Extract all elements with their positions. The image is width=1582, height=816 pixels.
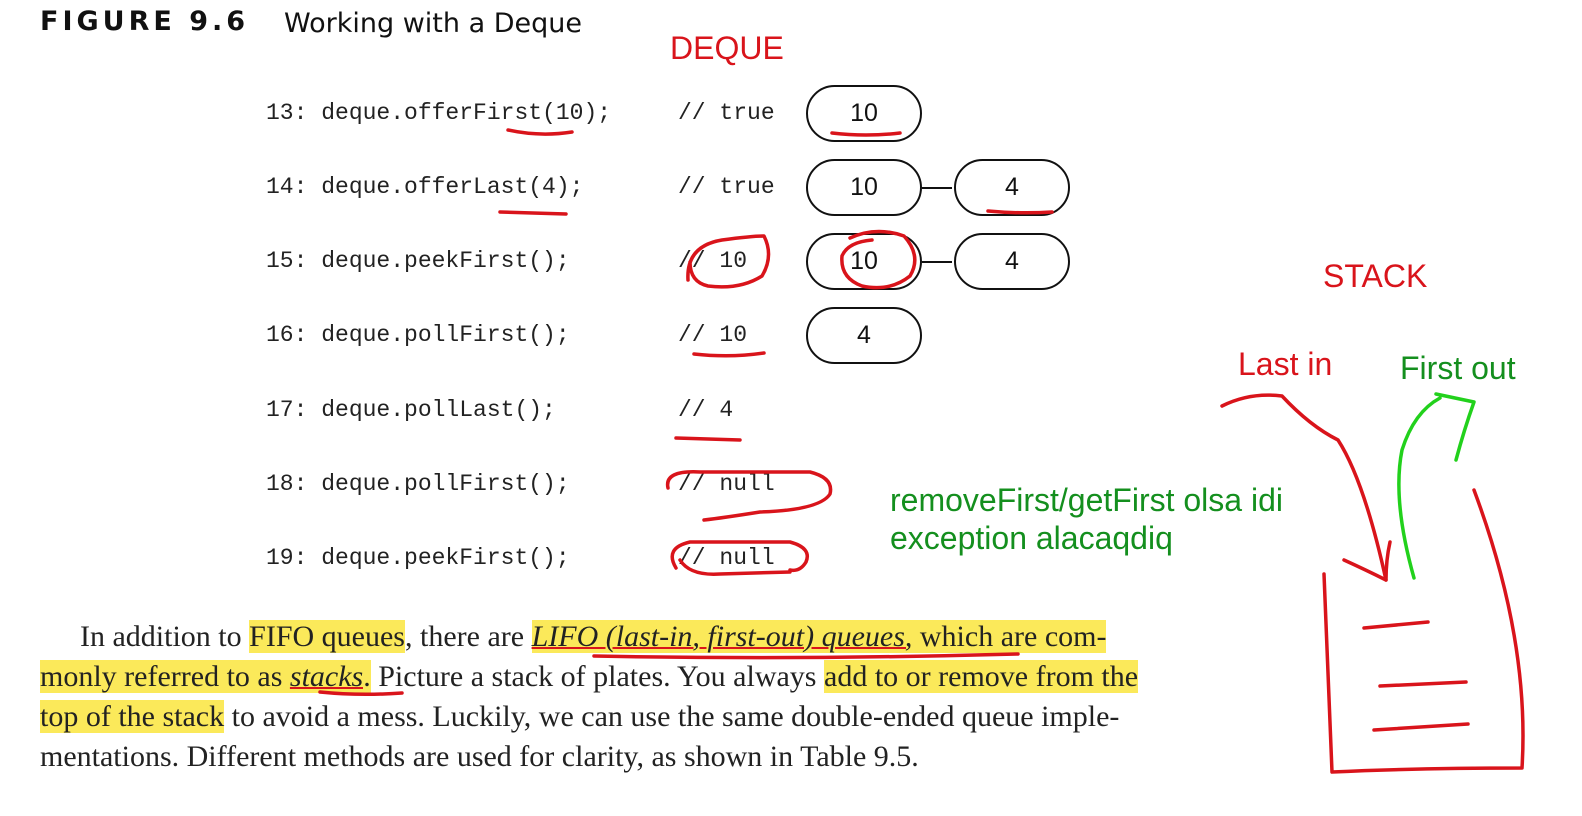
deque-node: 10 [806,85,922,142]
code-line-14: 14: deque.offerLast(4); [266,174,584,200]
figure-label: FIGURE 9.6 [40,6,250,37]
para-text: mentations. Different methods are used f… [40,740,919,773]
first-out-annotation: First out [1400,350,1516,386]
code-comment-18: // null [678,471,775,497]
deque-link [922,187,952,189]
stack-plate [1372,722,1470,732]
deque-link [922,261,952,263]
code-comment-19: // null [678,545,775,571]
code-line-17: 17: deque.pollLast(); [266,397,556,423]
ink-underline [498,210,568,216]
first-out-arrow [1397,396,1442,580]
stack-plate [1378,680,1468,688]
ink-underline [674,436,742,442]
para-text: In addition to [80,620,250,653]
para-text: to avoid a mess. Luckily, we can use the… [224,700,1120,733]
deque-node: 4 [954,159,1070,216]
last-in-annotation: Last in [1238,346,1333,382]
code-line-19: 19: deque.peekFirst(); [266,545,570,571]
stack-outline [1322,488,1525,774]
body-paragraph: In addition to FIFO queues, there are LI… [40,617,1260,777]
exception-note-line1: removeFirst/getFirst olsa idi [890,482,1283,518]
deque-annotation: DEQUE [670,30,784,66]
exception-note-line2: exception alacaqdiq [890,520,1173,556]
code-line-16: 16: deque.pollFirst(); [266,322,570,348]
highlight-add-remove: add to or remove from the [824,660,1139,693]
stack-plate [1362,620,1430,630]
highlight-lifo: LIFO (last-in, first-out) queues, [531,620,913,653]
highlight-stacks: stacks [289,660,364,693]
code-comment-15: // 10 [678,248,748,274]
code-line-13: 13: deque.offerFirst(10); [266,100,612,126]
code-line-18: 18: deque.pollFirst(); [266,471,570,497]
ink-underline [692,351,766,358]
deque-node: 10 [806,233,922,290]
code-comment-16: // 10 [678,322,748,348]
highlight-fifo: FIFO queues [249,620,405,653]
para-text: Picture a stack of plates. You always [370,660,824,693]
stack-annotation: STACK [1323,258,1428,294]
deque-node: 10 [806,159,922,216]
ink-underline [506,128,574,136]
figure-title: Working with a Deque [284,8,582,39]
para-text: , there are [405,620,532,653]
code-line-15: 15: deque.peekFirst(); [266,248,570,274]
highlight-top-of-stack: top of the stack [40,700,225,733]
first-out-arrowhead [1434,392,1476,462]
code-comment-13: // true [678,100,775,126]
last-in-arrowhead [1342,540,1392,582]
deque-node: 4 [806,307,922,364]
highlight-period: . [363,660,371,693]
code-comment-14: // true [678,174,775,200]
code-comment-17: // 4 [678,397,734,423]
deque-node: 4 [954,233,1070,290]
highlight-which-are: which are com- [912,620,1107,653]
highlight-commonly: monly referred to as [40,660,290,693]
